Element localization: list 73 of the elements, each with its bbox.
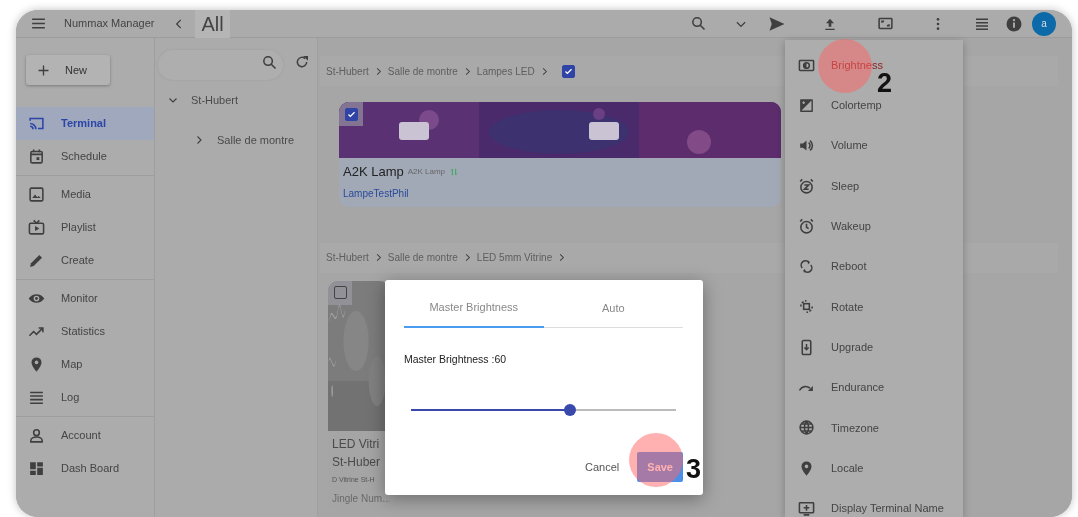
- alarm-clock-icon[interactable]: [798, 177, 815, 195]
- breadcrumb-item[interactable]: Salle de montre: [387, 63, 458, 79]
- tree-node[interactable]: Salle de montre: [155, 120, 317, 160]
- sidebar-item[interactable]: Playlist: [16, 211, 154, 244]
- device-name: LED Vitri: [332, 435, 380, 453]
- pencil-icon: [28, 252, 45, 269]
- menu-item[interactable]: Volume: [831, 137, 868, 154]
- checkbox[interactable]: [561, 64, 575, 78]
- refresh-icon[interactable]: [294, 54, 310, 70]
- sidebar-item[interactable]: Statistics: [16, 315, 154, 348]
- slider-label: Master Brightness :60: [404, 351, 508, 367]
- breadcrumb-item[interactable]: St-Hubert: [326, 250, 369, 265]
- app-title: Nummax Manager: [64, 16, 155, 32]
- device-name: A2K Lamp: [343, 163, 404, 181]
- menu-item[interactable]: Reboot: [831, 258, 867, 275]
- device-model: A2K Lamp: [407, 165, 446, 178]
- slider[interactable]: [411, 404, 676, 417]
- rotate-icon[interactable]: [798, 298, 815, 316]
- cast-icon: [28, 115, 45, 132]
- refresh-icon[interactable]: [798, 258, 815, 276]
- person-icon: [28, 427, 45, 444]
- list-icon: [28, 389, 45, 406]
- tv-icon: [28, 219, 45, 236]
- sidebar-item[interactable]: Dash Board: [16, 452, 154, 485]
- calendar-icon: [28, 148, 45, 165]
- menu-item[interactable]: Endurance: [831, 379, 885, 396]
- checkbox[interactable]: [333, 286, 347, 299]
- terminal-name: Jingle Num…: [332, 492, 390, 506]
- menu-item[interactable]: Locale: [831, 459, 864, 477]
- menu-item[interactable]: Upgrade: [831, 338, 874, 356]
- menu-item[interactable]: Wakeup: [831, 218, 871, 235]
- sidebar-item[interactable]: Terminal: [16, 107, 154, 140]
- menu-item[interactable]: Timezone: [831, 419, 879, 437]
- dashboard-icon: [28, 460, 45, 477]
- sidebar-item[interactable]: Media: [16, 178, 154, 211]
- filter-label: All: [195, 10, 230, 38]
- monitor-plus-icon[interactable]: [798, 499, 815, 517]
- breadcrumb-item[interactable]: Salle de montre: [387, 250, 458, 265]
- tab[interactable]: Auto: [543, 298, 683, 328]
- breadcrumb-item[interactable]: Lampes LED: [476, 63, 535, 79]
- sidebar-item[interactable]: Schedule: [16, 140, 154, 173]
- search-field[interactable]: [158, 50, 283, 80]
- breadcrumb-item[interactable]: St-Hubert: [326, 63, 369, 79]
- cancel-button[interactable]: Cancel: [575, 452, 630, 483]
- step-number: 3: [686, 456, 702, 483]
- tree-node[interactable]: St-Hubert: [155, 80, 317, 120]
- menu-item[interactable]: Display Terminal Name: [831, 500, 944, 517]
- sync-arrows-icon: [449, 166, 460, 177]
- breadcrumb-item[interactable]: LED 5mm Vitrine: [476, 250, 553, 265]
- avatar[interactable]: a: [1032, 11, 1056, 36]
- terminal-name: LampeTestPhil: [343, 186, 409, 201]
- sidebar-item[interactable]: Monitor: [16, 282, 154, 315]
- device-card[interactable]: A2K Lamp A2K Lamp LampeTestPhil: [339, 102, 781, 207]
- menu-item[interactable]: Sleep: [831, 177, 860, 195]
- menu-item[interactable]: Colortemp: [831, 97, 882, 114]
- slider-thumb[interactable]: [564, 404, 576, 417]
- sidebar-item[interactable]: Create: [16, 244, 154, 277]
- phone-download-icon[interactable]: [798, 338, 815, 356]
- tab[interactable]: Master Brightness: [404, 298, 544, 328]
- alarm-clock-icon[interactable]: [798, 217, 815, 235]
- marker-circle: [629, 433, 683, 487]
- globe-icon[interactable]: [798, 419, 815, 437]
- device-location: St-Huber: [332, 453, 381, 471]
- image-icon: [28, 186, 45, 203]
- search-icon[interactable]: [261, 53, 278, 71]
- sidebar-item[interactable]: Log: [16, 381, 154, 414]
- sidebar-item[interactable]: Account: [16, 419, 154, 452]
- square-icon[interactable]: [798, 96, 815, 114]
- sidebar-item[interactable]: Map: [16, 348, 154, 381]
- menu-item[interactable]: Rotate: [831, 298, 864, 316]
- checkmark-icon: [563, 66, 573, 76]
- new-button[interactable]: New: [26, 55, 110, 85]
- checkmark-icon: [346, 109, 356, 119]
